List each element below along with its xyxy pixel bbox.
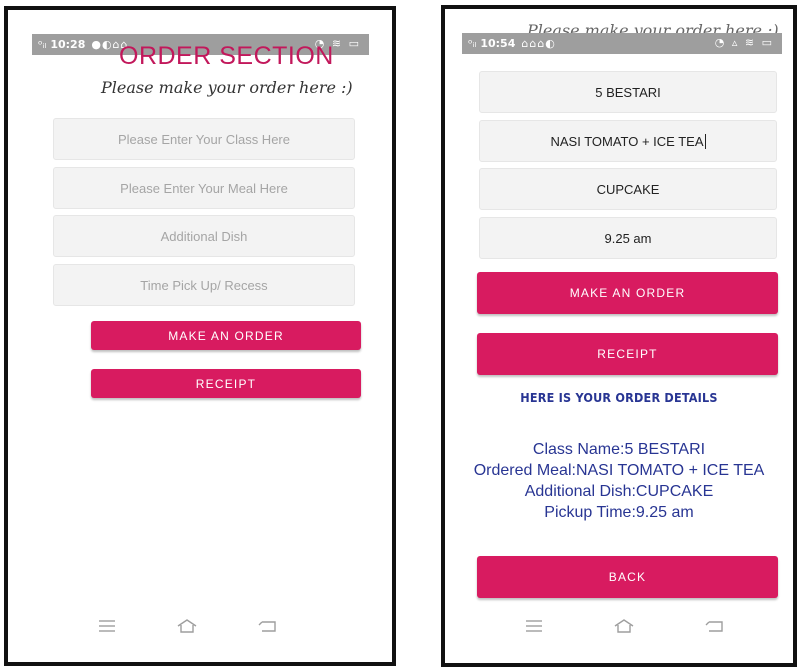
text-cursor: [704, 133, 706, 149]
phone-order-receipt: Please make your order here :) ᵒᵢₗ 10:54…: [441, 5, 797, 667]
meal-input-value: NASI TOMATO + ICE TEA: [550, 133, 704, 149]
navigation-bar: [490, 612, 760, 640]
class-name-line: Class Name:5 BESTARI: [532, 441, 706, 458]
page-title: ORDER SECTION: [119, 42, 334, 70]
order-details: Class Name:5 BESTARI Ordered Meal:NASI T…: [473, 439, 765, 523]
back-button[interactable]: BACK: [477, 556, 778, 598]
back-icon[interactable]: [705, 619, 725, 633]
page-subtitle: Please make your order here :): [101, 78, 353, 97]
additional-dish-input[interactable]: CUPCAKE: [479, 168, 777, 210]
additional-dish-line: Additional Dish:CUPCAKE: [524, 483, 714, 500]
additional-dish-input[interactable]: Additional Dish: [53, 215, 355, 257]
meal-input[interactable]: NASI TOMATO + ICE TEA: [479, 120, 777, 162]
back-icon[interactable]: [258, 619, 278, 633]
status-time: 10:54: [480, 37, 516, 50]
pickup-time-line: Pickup Time:9.25 am: [544, 504, 694, 521]
class-input[interactable]: Please Enter Your Class Here: [53, 118, 355, 160]
order-details-heading: HERE IS YOUR ORDER DETAILS: [520, 390, 718, 405]
status-time: 10:28: [50, 38, 86, 51]
signal-icon: ᵒᵢₗ: [468, 37, 477, 50]
menu-icon[interactable]: [525, 619, 543, 633]
battery-wifi-icons: ◔ ▵ ≋ ▭: [714, 36, 774, 49]
home-icon[interactable]: [176, 618, 198, 634]
receipt-button[interactable]: RECEIPT: [477, 333, 778, 375]
make-order-button[interactable]: MAKE AN ORDER: [477, 272, 778, 314]
pickup-time-input[interactable]: 9.25 am: [479, 217, 777, 259]
signal-icon: ᵒᵢₗ: [38, 38, 47, 51]
home-icon[interactable]: [613, 618, 635, 634]
ordered-meal-line: Ordered Meal:NASI TOMATO + ICE TEA: [473, 462, 765, 479]
menu-icon[interactable]: [98, 619, 116, 633]
pickup-time-input[interactable]: Time Pick Up/ Recess: [53, 264, 355, 306]
status-bar: ᵒᵢₗ 10:54 ⌂⌂⌂◐ ◔ ▵ ≋ ▭: [462, 33, 782, 54]
notification-icons: ⌂⌂⌂◐: [521, 37, 556, 50]
class-input[interactable]: 5 BESTARI: [479, 71, 777, 113]
receipt-button[interactable]: RECEIPT: [91, 369, 361, 398]
phone-order-form: ᵒᵢₗ 10:28 ●◐⌂⌂ ◔ ≋ ▭ ORDER SECTION Pleas…: [4, 6, 396, 666]
navigation-bar: [68, 612, 308, 640]
meal-input[interactable]: Please Enter Your Meal Here: [53, 167, 355, 209]
make-order-button[interactable]: MAKE AN ORDER: [91, 321, 361, 350]
